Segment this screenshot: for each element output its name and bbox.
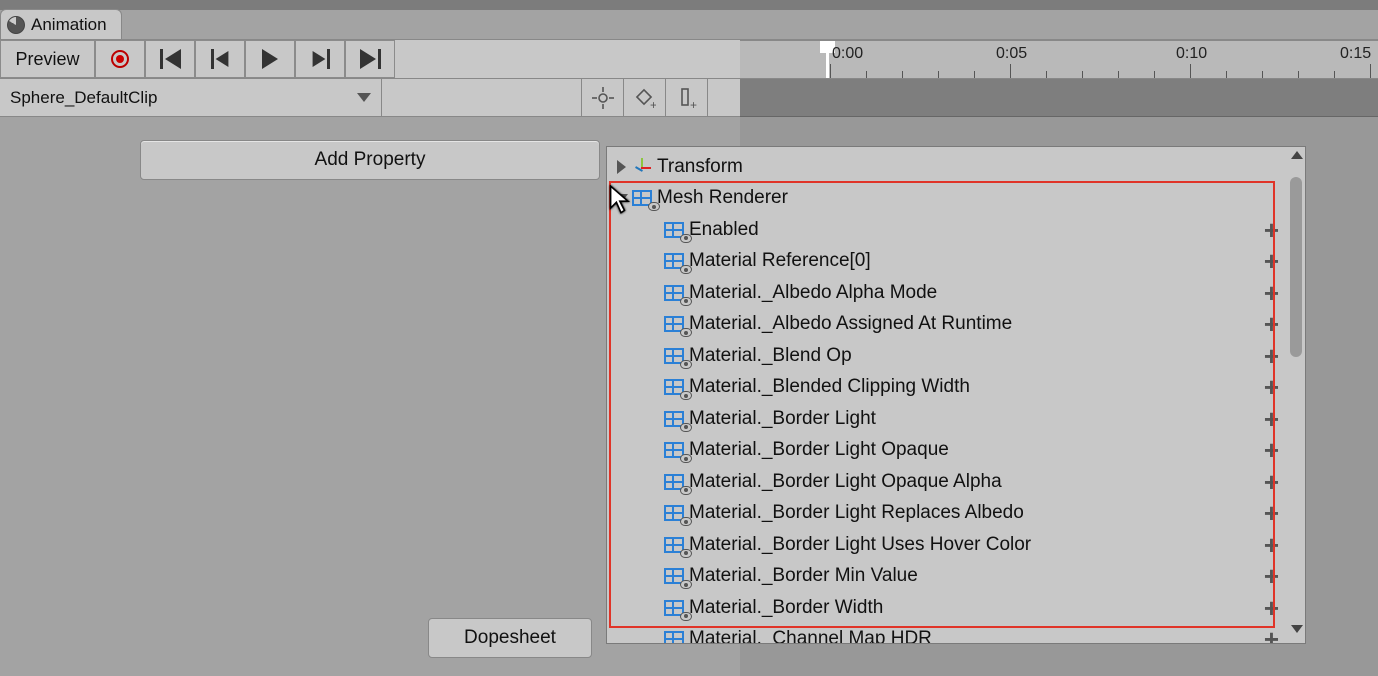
tree-label: Material._Albedo Alpha Mode [689, 282, 937, 304]
tree-item-property[interactable]: Material Reference[0] + [607, 246, 1285, 278]
expand-icon [617, 160, 626, 174]
tree-label: Material._Border Light [689, 408, 876, 430]
scroll-down-icon[interactable] [1289, 625, 1303, 639]
tree-item-property[interactable]: Material._Border Light Replaces Albedo + [607, 498, 1285, 530]
tree-item-transform[interactable]: Transform [607, 151, 1285, 183]
prev-icon [211, 49, 214, 69]
add-icon[interactable]: + [1264, 626, 1279, 644]
filter-selection-button[interactable] [582, 79, 624, 116]
tree-label: Material._Border Width [689, 597, 883, 619]
add-icon[interactable]: + [1264, 406, 1279, 432]
scrollbar[interactable] [1287, 147, 1305, 643]
play-icon [262, 49, 278, 69]
chevron-down-icon [357, 93, 371, 102]
transform-icon [631, 156, 653, 178]
add-icon[interactable]: + [1264, 532, 1279, 558]
add-icon[interactable]: + [1264, 311, 1279, 337]
tree-item-property[interactable]: Material._Border Light Opaque + [607, 435, 1285, 467]
next-key-button[interactable] [295, 40, 345, 78]
clip-name: Sphere_DefaultClip [10, 88, 157, 108]
keyframe-add-icon: + [634, 87, 656, 109]
tree-item-mesh-renderer[interactable]: Mesh Renderer [607, 183, 1285, 215]
add-event-button[interactable]: + [666, 79, 708, 116]
tab-animation[interactable]: Animation [0, 9, 122, 39]
add-icon[interactable]: + [1264, 469, 1279, 495]
record-icon [111, 50, 129, 68]
tab-label: Animation [31, 15, 107, 35]
tree-label: Material._Blended Clipping Width [689, 376, 970, 398]
first-frame-button[interactable] [145, 40, 195, 78]
tree-label: Enabled [689, 219, 759, 241]
event-add-icon: + [676, 87, 698, 109]
timeline-track[interactable] [740, 79, 1378, 117]
prev-key-button[interactable] [195, 40, 245, 78]
add-icon[interactable]: + [1264, 595, 1279, 621]
tree-item-property[interactable]: Material._Border Light + [607, 403, 1285, 435]
dopesheet-button[interactable]: Dopesheet [428, 618, 592, 658]
next-icon [312, 51, 325, 67]
add-icon[interactable]: + [1264, 248, 1279, 274]
tree-item-property[interactable]: Material._Border Light Uses Hover Color + [607, 529, 1285, 561]
tree-item-property[interactable]: Material._Border Min Value + [607, 561, 1285, 593]
animation-icon [7, 16, 25, 34]
tree-item-property[interactable]: Material._Blended Clipping Width + [607, 372, 1285, 404]
scroll-up-icon[interactable] [1289, 151, 1303, 165]
add-property-button[interactable]: Add Property [140, 140, 600, 180]
tree-label: Material._Border Light Replaces Albedo [689, 502, 1024, 524]
tree-item-property[interactable]: Material._Albedo Assigned At Runtime + [607, 309, 1285, 341]
tree-label: Transform [657, 156, 743, 178]
record-button[interactable] [95, 40, 145, 78]
add-icon[interactable]: + [1264, 563, 1279, 589]
tree-item-property[interactable]: Material._Blend Op + [607, 340, 1285, 372]
tree-label: Material._Albedo Assigned At Runtime [689, 313, 1012, 335]
tree-label: Material._Blend Op [689, 345, 852, 367]
timeline-ruler[interactable]: 0:00 0:05 0:10 0:15 [740, 40, 1378, 79]
add-icon[interactable]: + [1264, 374, 1279, 400]
add-icon[interactable]: + [1264, 437, 1279, 463]
tree-item-property[interactable]: Enabled + [607, 214, 1285, 246]
tree-item-property[interactable]: Material._Border Width + [607, 592, 1285, 624]
tree-label: Material._Border Light Opaque [689, 439, 949, 461]
crosshair-icon [592, 87, 614, 109]
tree-item-property[interactable]: Material._Albedo Alpha Mode + [607, 277, 1285, 309]
tree-item-property[interactable]: Material._Channel Map HDR + [607, 624, 1285, 645]
add-keyframe-button[interactable]: + [624, 79, 666, 116]
clip-dropdown[interactable]: Sphere_DefaultClip [0, 79, 382, 116]
tree-label: Mesh Renderer [657, 187, 788, 209]
tree-item-property[interactable]: Material._Border Light Opaque Alpha + [607, 466, 1285, 498]
add-icon[interactable]: + [1264, 280, 1279, 306]
property-popup: TransformMesh RendererEnabled+Material R… [606, 146, 1306, 644]
scrollbar-thumb[interactable] [1290, 177, 1302, 357]
tree-label: Material Reference[0] [689, 250, 871, 272]
tree-label: Material._Border Min Value [689, 565, 918, 587]
tree-label: Material._Border Light Uses Hover Color [689, 534, 1031, 556]
collapse-icon [614, 194, 628, 203]
skip-end-icon [360, 49, 376, 69]
svg-text:+: + [690, 98, 697, 109]
preview-button[interactable]: Preview [0, 40, 95, 78]
tree-label: Material._Border Light Opaque Alpha [689, 471, 1002, 493]
add-icon[interactable]: + [1264, 343, 1279, 369]
add-icon[interactable]: + [1264, 500, 1279, 526]
add-icon[interactable]: + [1264, 217, 1279, 243]
tree-label: Material._Channel Map HDR [689, 628, 932, 644]
play-button[interactable] [245, 40, 295, 78]
last-frame-button[interactable] [345, 40, 395, 78]
svg-text:+: + [650, 98, 656, 109]
skip-start-icon [160, 49, 163, 69]
